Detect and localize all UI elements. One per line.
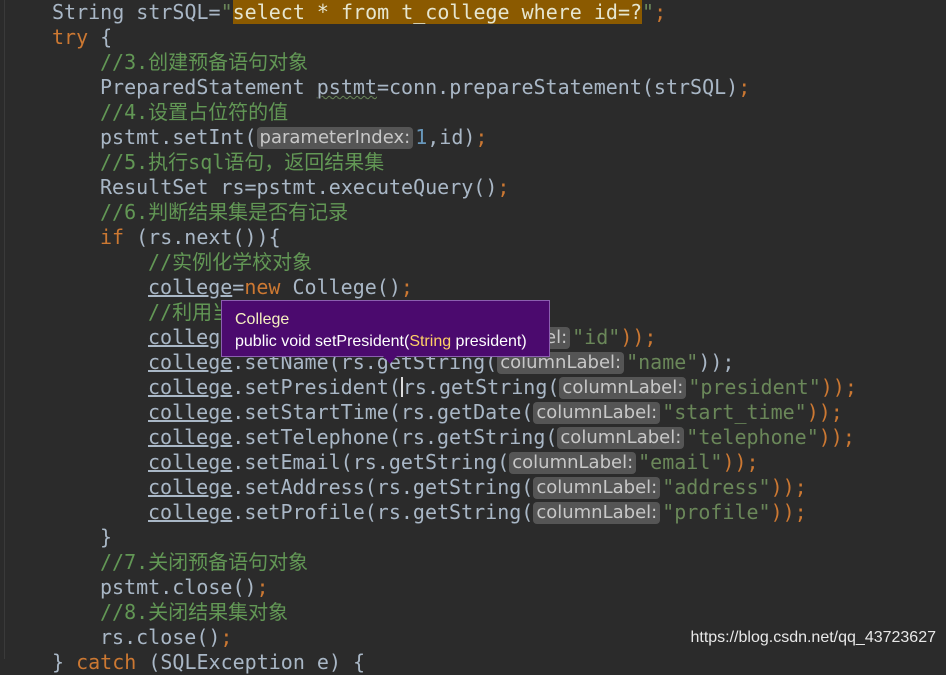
watermark-url: https://blog.csdn.net/qq_43723627 bbox=[690, 629, 936, 646]
parameter-hint: columnLabel: bbox=[533, 502, 661, 524]
tooltip-arrow bbox=[383, 356, 397, 364]
code-line-5: //4.设置占位符的值 bbox=[100, 100, 289, 124]
code-line-17: college.setStartTime(rs.getDate(columnLa… bbox=[148, 400, 843, 424]
code-line-13: //利用当 bbox=[148, 300, 233, 324]
parameter-hint: columnLabel: bbox=[533, 477, 661, 499]
code-line-16: college.setPresident(rs.getString(column… bbox=[148, 375, 857, 399]
code-line-9: //6.判断结果集是否有记录 bbox=[100, 200, 349, 224]
parameter-hint: parameterIndex: bbox=[256, 127, 414, 149]
tooltip-signature: public void setPresident(String presiden… bbox=[235, 333, 527, 350]
code-line-27: } catch (SQLException e) { bbox=[52, 650, 366, 674]
gutter-line bbox=[4, 0, 5, 659]
code-line-6: pstmt.setInt(parameterIndex: 1,id); bbox=[100, 125, 488, 149]
parameter-hint: columnLabel: bbox=[509, 452, 637, 474]
parameter-hint: columnLabel: bbox=[533, 402, 661, 424]
parameter-info-tooltip: College public void setPresident(String … bbox=[221, 300, 550, 357]
code-line-12: college=new College(); bbox=[148, 275, 413, 299]
code-line-23: //7.关闭预备语句对象 bbox=[100, 550, 309, 574]
code-line-26: rs.close(); bbox=[100, 625, 233, 649]
parameter-hint: columnLabel: bbox=[557, 427, 685, 449]
code-line-25: //8.关闭结果集对象 bbox=[100, 600, 289, 624]
code-line-21: college.setProfile(rs.getString(columnLa… bbox=[148, 500, 807, 524]
code-line-7: //5.执行sql语句，返回结果集 bbox=[100, 150, 385, 174]
code-line-10: if (rs.next()){ bbox=[100, 225, 281, 249]
code-line-18: college.setTelephone(rs.getString(column… bbox=[148, 425, 855, 449]
tooltip-class-name: College bbox=[235, 311, 290, 328]
code-line-4: PreparedStatement pstmt=conn.prepareStat… bbox=[100, 75, 751, 99]
code-line-20: college.setAddress(rs.getString(columnLa… bbox=[148, 475, 807, 499]
code-line-19: college.setEmail(rs.getString(columnLabe… bbox=[148, 450, 759, 474]
code-line-2: try { bbox=[52, 25, 113, 49]
code-line-1: String strSQL="select * from t_college w… bbox=[52, 0, 667, 24]
parameter-hint: columnLabel: bbox=[559, 377, 687, 399]
sql-string-highlight: select * from t_college where id=? bbox=[232, 0, 643, 24]
code-line-24: pstmt.close(); bbox=[100, 575, 269, 599]
code-line-3: //3.创建预备语句对象 bbox=[100, 50, 309, 74]
code-line-22: } bbox=[100, 525, 113, 549]
code-line-11: //实例化学校对象 bbox=[148, 250, 313, 274]
code-line-8: ResultSet rs=pstmt.executeQuery(); bbox=[100, 175, 510, 199]
